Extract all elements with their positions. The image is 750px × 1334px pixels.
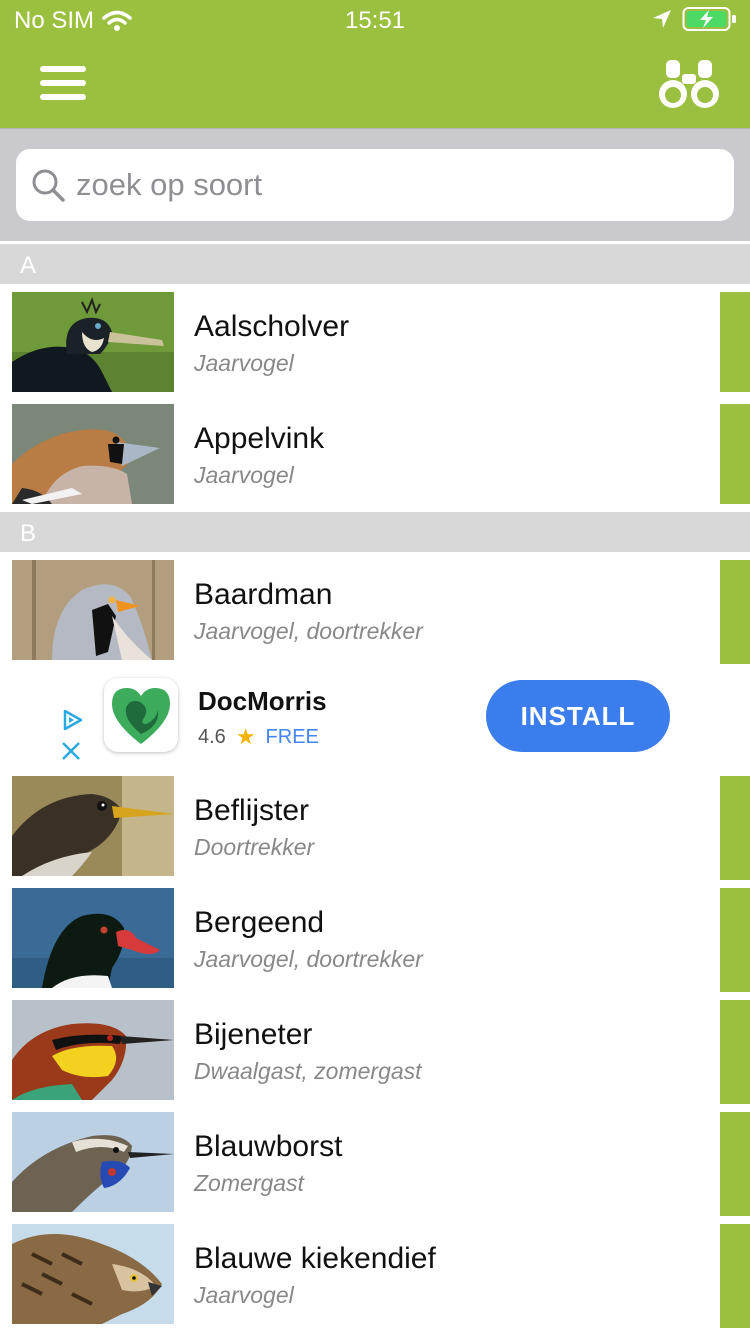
row-accent-bar (720, 404, 750, 504)
row-accent-bar (720, 292, 750, 392)
bird-thumbnail (12, 776, 174, 876)
search-input[interactable] (76, 159, 716, 211)
list-item[interactable]: Beflijster Doortrekker (0, 776, 750, 880)
bird-name: Beflijster (194, 794, 310, 827)
list-item[interactable]: Aalscholver Jaarvogel (0, 292, 750, 392)
menu-icon[interactable] (40, 66, 86, 104)
bird-status: Jaarvogel, doortrekker (194, 618, 423, 644)
star-icon: ★ (235, 724, 256, 749)
bird-name: Blauwborst (194, 1130, 343, 1163)
ad-rating: 4.6 ★ FREE (198, 724, 319, 750)
search-bar-container (0, 128, 750, 241)
list-item[interactable]: Blauwe kiekendief Jaarvogel (0, 1224, 750, 1328)
bird-status: Zomergast (194, 1170, 304, 1196)
bird-name: Aalscholver (194, 310, 350, 343)
bird-thumbnail (12, 888, 174, 988)
bird-thumbnail (12, 1112, 174, 1212)
adchoices-icon[interactable] (60, 708, 84, 732)
bird-thumbnail (12, 404, 174, 504)
bird-name: Bijeneter (194, 1018, 313, 1051)
row-accent-bar (720, 1112, 750, 1216)
search-box[interactable] (16, 149, 734, 221)
app-icon[interactable] (104, 678, 178, 752)
close-icon[interactable] (60, 740, 82, 762)
battery-charging-icon (682, 7, 736, 31)
bird-status: Jaarvogel (194, 462, 294, 488)
row-accent-bar (720, 888, 750, 992)
clock: 15:51 (344, 7, 406, 34)
binoculars-icon[interactable] (658, 58, 720, 112)
price-label: FREE (265, 725, 319, 748)
bird-thumbnail (12, 1224, 174, 1324)
section-letter: B (20, 520, 37, 547)
list-item[interactable]: Baardman Jaarvogel, doortrekker (0, 560, 750, 664)
nav-bar (0, 40, 750, 128)
row-accent-bar (720, 776, 750, 880)
rating-value: 4.6 (198, 725, 226, 748)
bird-name: Baardman (194, 578, 333, 611)
bird-status: Jaarvogel (194, 1282, 294, 1308)
bird-status: Jaarvogel (194, 350, 294, 376)
location-arrow-icon (653, 10, 671, 28)
list-item[interactable]: Appelvink Jaarvogel (0, 404, 750, 504)
install-button[interactable]: INSTALL (486, 680, 670, 752)
search-icon (32, 169, 65, 202)
bird-name: Bergeend (194, 906, 325, 939)
bird-thumbnail (12, 292, 174, 392)
bird-thumbnail (12, 560, 174, 660)
list-item[interactable]: Bijeneter Dwaalgast, zomergast (0, 1000, 750, 1104)
bird-status: Jaarvogel, doortrekker (194, 946, 423, 972)
section-header-b: B (0, 512, 750, 552)
bird-name: Appelvink (194, 422, 325, 455)
ad-app-name: DocMorris (198, 686, 327, 716)
bird-status: Dwaalgast, zomergast (194, 1058, 422, 1084)
status-bar: No SIM 15:51 (0, 0, 750, 40)
bird-name: Blauwe kiekendief (194, 1242, 436, 1275)
list-item[interactable]: Bergeend Jaarvogel, doortrekker (0, 888, 750, 992)
row-accent-bar (720, 1224, 750, 1328)
row-accent-bar (720, 1000, 750, 1104)
section-header-a: A (0, 244, 750, 284)
row-accent-bar (720, 560, 750, 664)
bird-status: Doortrekker (194, 834, 315, 860)
bird-thumbnail (12, 1000, 174, 1100)
section-letter: A (20, 252, 37, 279)
ad-banner[interactable]: DocMorris 4.6 ★ FREE INSTALL (0, 664, 750, 772)
list-item[interactable]: Blauwborst Zomergast (0, 1112, 750, 1216)
